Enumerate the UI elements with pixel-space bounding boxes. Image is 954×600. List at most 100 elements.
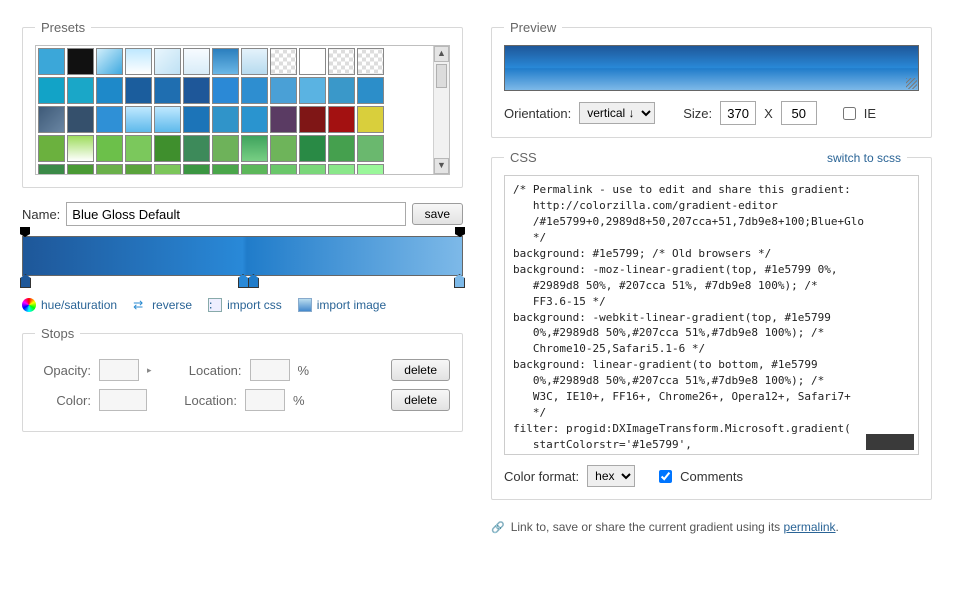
preset-swatch[interactable]: [154, 135, 181, 162]
preset-swatch[interactable]: [328, 135, 355, 162]
css-output[interactable]: /* Permalink - use to edit and share thi…: [504, 175, 919, 455]
preset-swatch[interactable]: [299, 164, 326, 174]
preview-box[interactable]: [504, 45, 919, 91]
opacity-location-input[interactable]: [250, 359, 290, 381]
preset-swatch[interactable]: [212, 164, 239, 174]
css-fieldset: CSS switch to scss /* Permalink - use to…: [491, 150, 932, 500]
preset-swatch[interactable]: [212, 48, 239, 75]
preset-swatch[interactable]: [96, 164, 123, 174]
hue-saturation-tool[interactable]: hue/saturation: [22, 298, 117, 312]
preview-fieldset: Preview Orientation: vertical ↓ Size: X …: [491, 20, 932, 138]
color-stop[interactable]: [238, 274, 249, 288]
preset-swatch[interactable]: [67, 106, 94, 133]
preset-swatch[interactable]: [241, 77, 268, 104]
preset-swatch[interactable]: [125, 106, 152, 133]
switch-scss-link[interactable]: switch to scss: [827, 151, 901, 165]
preset-swatch[interactable]: [299, 135, 326, 162]
preset-swatch[interactable]: [299, 77, 326, 104]
preset-swatch[interactable]: [125, 135, 152, 162]
color-stop[interactable]: [20, 274, 31, 288]
preset-swatch[interactable]: [154, 77, 181, 104]
preset-swatch[interactable]: [38, 135, 65, 162]
preset-swatch[interactable]: [67, 77, 94, 104]
preset-swatch[interactable]: [38, 106, 65, 133]
preset-swatch[interactable]: [125, 77, 152, 104]
permalink-link[interactable]: permalink: [784, 520, 836, 534]
preset-swatch[interactable]: [241, 106, 268, 133]
preset-swatch[interactable]: [241, 48, 268, 75]
orientation-select[interactable]: vertical ↓: [579, 102, 655, 124]
color-format-select[interactable]: hex: [587, 465, 635, 487]
copy-button[interactable]: [866, 434, 914, 450]
color-stop[interactable]: [248, 274, 259, 288]
preset-swatch[interactable]: [270, 106, 297, 133]
preset-swatch[interactable]: [38, 164, 65, 174]
preset-swatch[interactable]: [212, 106, 239, 133]
preset-swatch[interactable]: [183, 106, 210, 133]
save-button[interactable]: save: [412, 203, 463, 225]
preset-swatch[interactable]: [154, 164, 181, 174]
preset-swatch[interactable]: [328, 77, 355, 104]
preset-swatch[interactable]: [270, 77, 297, 104]
preset-swatch[interactable]: [125, 48, 152, 75]
preset-swatch[interactable]: [67, 48, 94, 75]
css-legend: CSS: [510, 150, 537, 165]
opacity-input[interactable]: [99, 359, 139, 381]
preset-swatch[interactable]: [212, 135, 239, 162]
preset-swatch[interactable]: [328, 106, 355, 133]
preset-swatch[interactable]: [357, 48, 384, 75]
size-height-input[interactable]: [781, 101, 817, 125]
comments-checkbox[interactable]: [659, 470, 672, 483]
preset-swatch[interactable]: [96, 106, 123, 133]
preset-swatch[interactable]: [357, 77, 384, 104]
preset-swatch[interactable]: [183, 48, 210, 75]
gradient-editor[interactable]: [22, 236, 463, 276]
import-image-tool[interactable]: import image: [298, 298, 386, 312]
preset-swatch[interactable]: [299, 48, 326, 75]
preset-swatch[interactable]: [183, 135, 210, 162]
ie-label: IE: [864, 106, 876, 121]
size-width-input[interactable]: [720, 101, 756, 125]
preset-swatch[interactable]: [357, 164, 384, 174]
preset-swatch[interactable]: [96, 77, 123, 104]
preset-swatch[interactable]: [270, 135, 297, 162]
preset-swatch[interactable]: [241, 135, 268, 162]
orientation-label: Orientation:: [504, 106, 571, 121]
preset-swatch[interactable]: [96, 135, 123, 162]
opacity-label: Opacity:: [35, 363, 91, 378]
preset-swatch[interactable]: [67, 135, 94, 162]
preset-swatch[interactable]: [241, 164, 268, 174]
preset-swatch[interactable]: [154, 106, 181, 133]
preset-swatch[interactable]: [270, 48, 297, 75]
color-input[interactable]: [99, 389, 147, 411]
color-stop[interactable]: [454, 274, 465, 288]
delete-opacity-button[interactable]: delete: [391, 359, 450, 381]
name-input[interactable]: [66, 202, 405, 226]
preset-swatch[interactable]: [67, 164, 94, 174]
preset-swatch[interactable]: [328, 48, 355, 75]
preset-swatch[interactable]: [38, 77, 65, 104]
location-label: Location:: [181, 393, 237, 408]
presets-scrollbar[interactable]: ▲ ▼: [433, 46, 449, 174]
preset-swatch[interactable]: [212, 77, 239, 104]
preset-swatch[interactable]: [154, 48, 181, 75]
ie-checkbox[interactable]: [843, 107, 856, 120]
scroll-down-button[interactable]: ▼: [434, 158, 449, 174]
preset-swatch[interactable]: [328, 164, 355, 174]
reverse-tool[interactable]: ⇄reverse: [133, 298, 192, 312]
scroll-up-button[interactable]: ▲: [434, 46, 449, 62]
preset-swatch[interactable]: [125, 164, 152, 174]
preset-swatch[interactable]: [38, 48, 65, 75]
preset-swatch[interactable]: [270, 164, 297, 174]
color-location-input[interactable]: [245, 389, 285, 411]
import-css-tool[interactable]: ∶import css: [208, 298, 282, 312]
preset-swatch[interactable]: [357, 106, 384, 133]
scroll-thumb[interactable]: [436, 64, 447, 88]
preset-swatch[interactable]: [183, 77, 210, 104]
delete-color-button[interactable]: delete: [391, 389, 450, 411]
preset-swatch[interactable]: [96, 48, 123, 75]
preset-swatch[interactable]: [357, 135, 384, 162]
preset-swatch[interactable]: [183, 164, 210, 174]
gradient-bar[interactable]: [22, 236, 463, 276]
preset-swatch[interactable]: [299, 106, 326, 133]
